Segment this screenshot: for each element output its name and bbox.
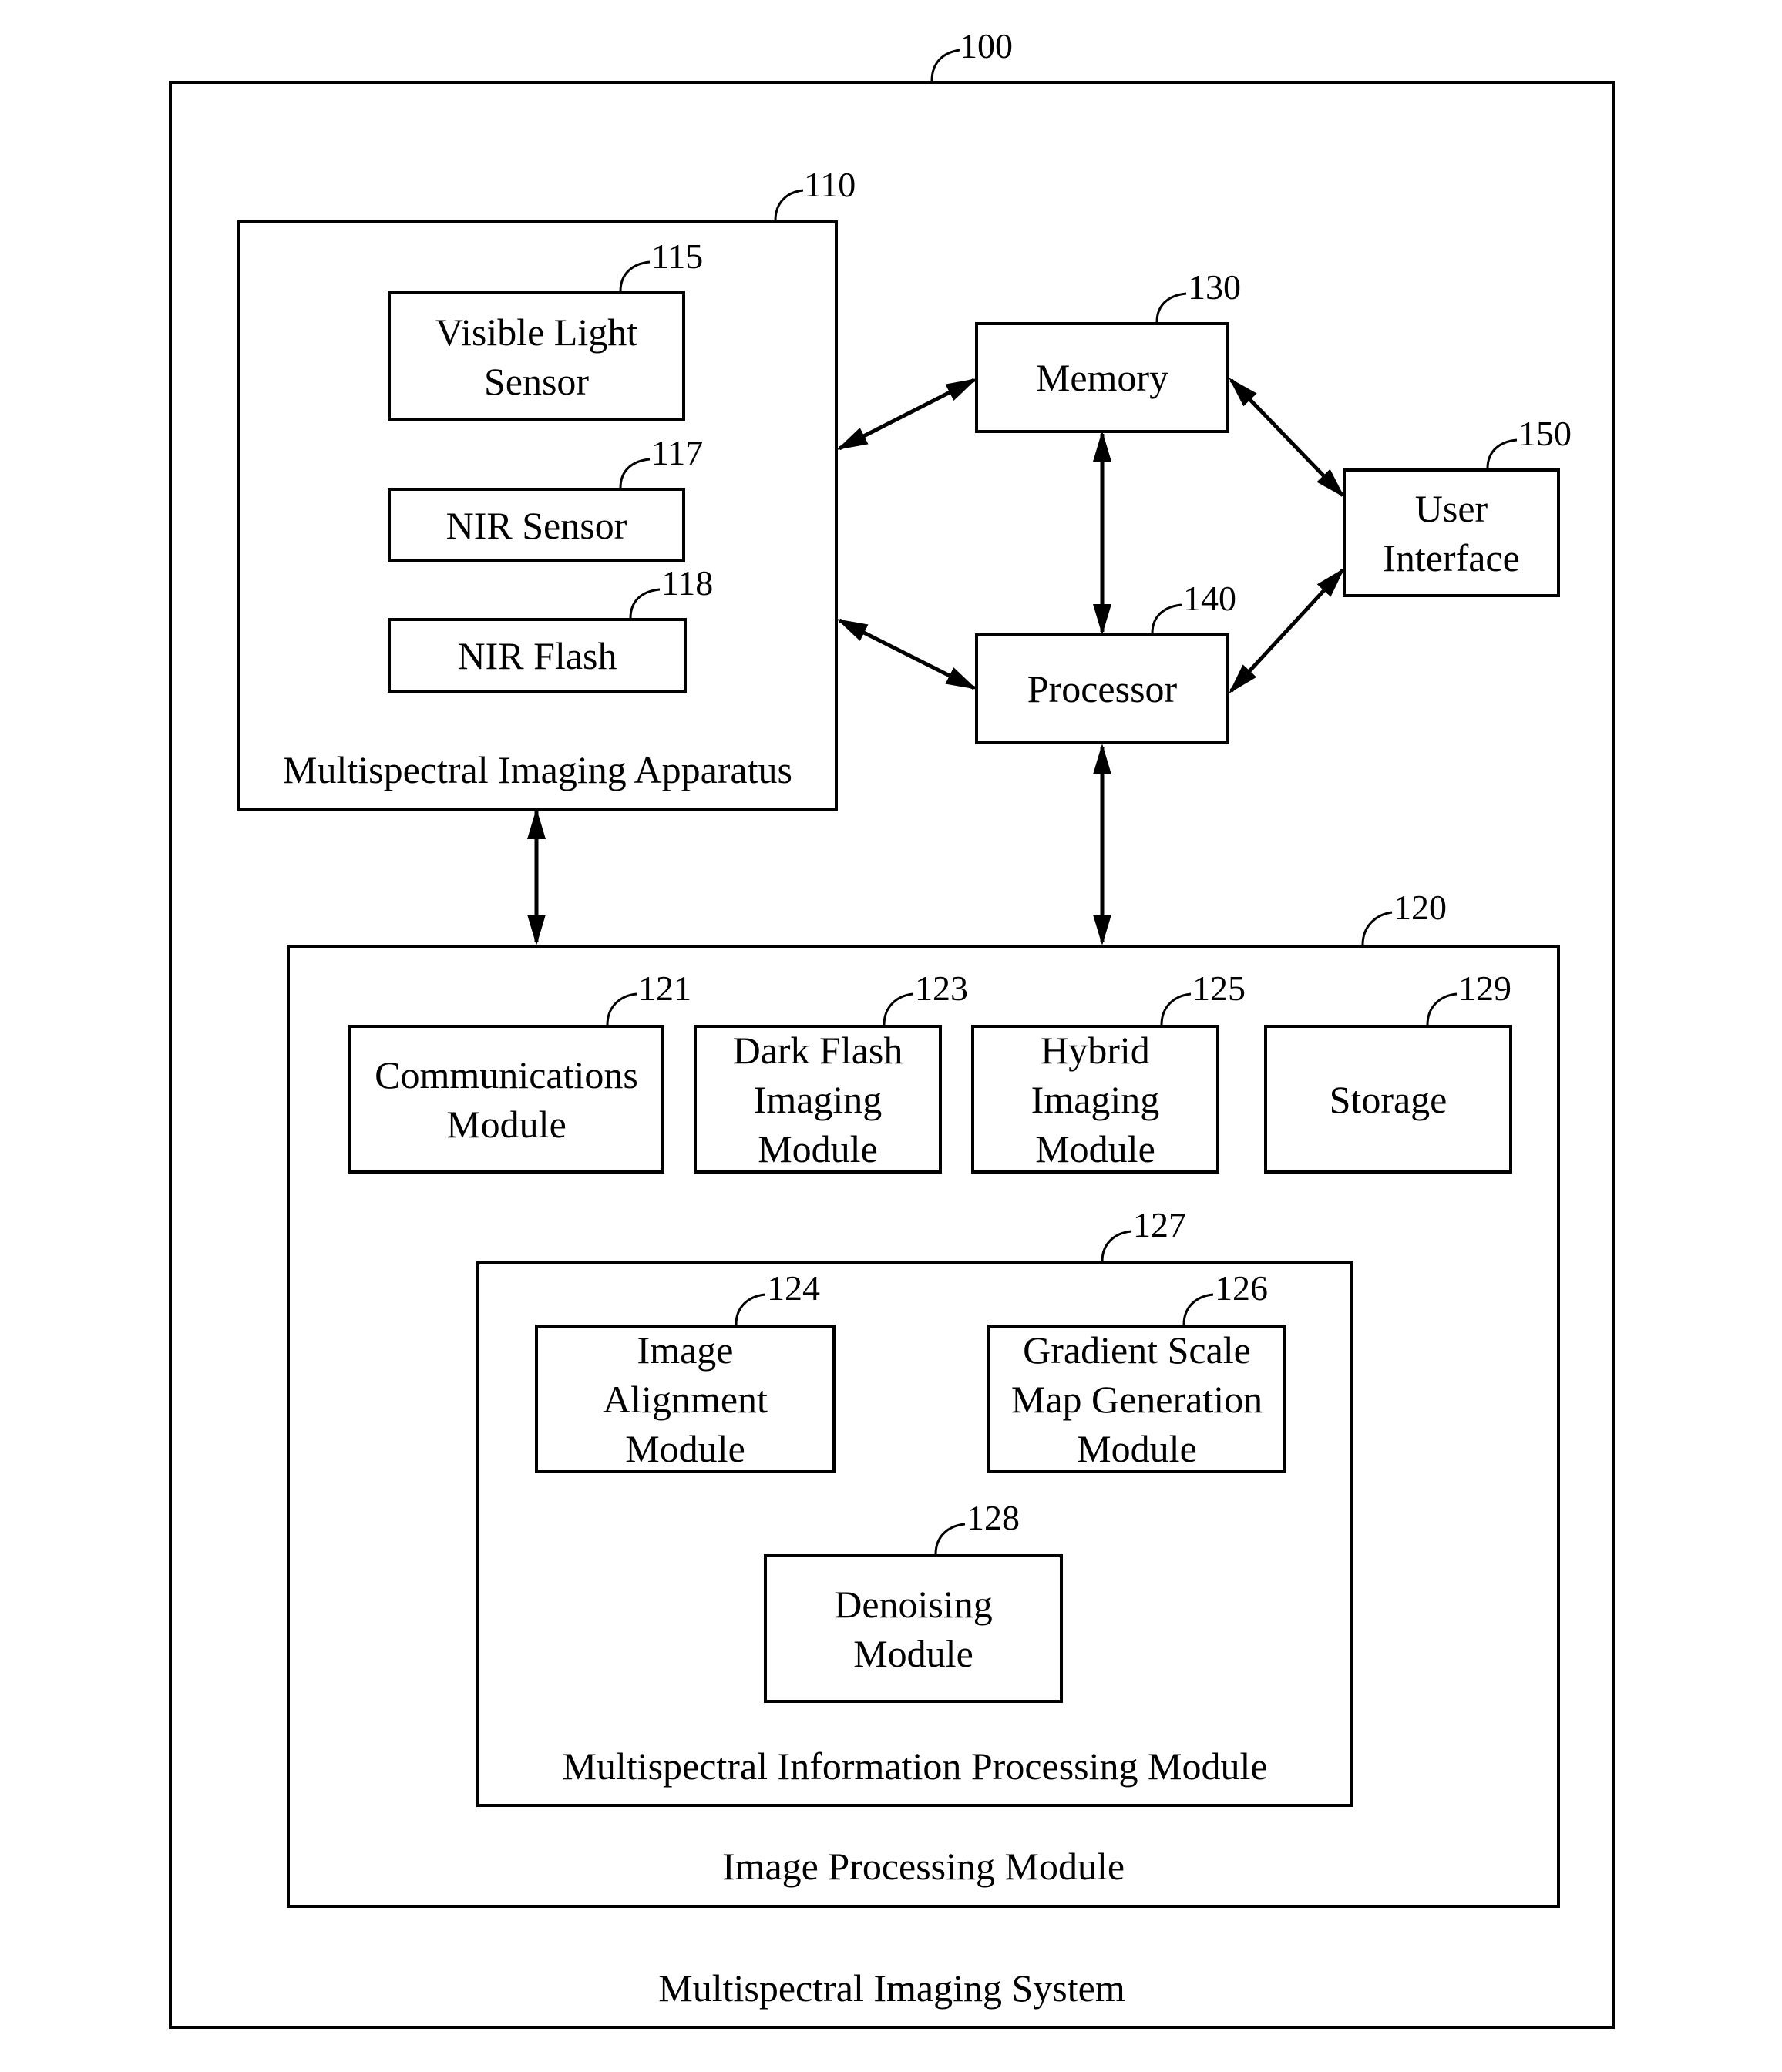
ref-124: 124	[767, 1268, 820, 1308]
nir-flash-label: NIR Flash	[457, 633, 617, 677]
storage-box: Storage	[1264, 1025, 1512, 1174]
ref-140: 140	[1183, 579, 1236, 618]
visible-light-sensor-label: Visible Light Sensor	[435, 310, 638, 403]
leader-100	[930, 49, 960, 82]
hybrid-imaging-module-label: Hybrid Imaging Module	[1031, 1028, 1160, 1170]
ref-150: 150	[1518, 414, 1572, 453]
ref-100: 100	[960, 26, 1013, 65]
memory-box: Memory	[975, 322, 1229, 433]
dark-flash-imaging-module-label: Dark Flash Imaging Module	[732, 1028, 903, 1170]
gradient-scale-map-generation-module-box: Gradient Scale Map Generation Module	[987, 1325, 1286, 1473]
nir-sensor-box: NIR Sensor	[388, 488, 685, 562]
dark-flash-imaging-module-box: Dark Flash Imaging Module	[694, 1025, 942, 1174]
nir-sensor-label: NIR Sensor	[446, 503, 627, 547]
communications-module-label: Communications Module	[375, 1053, 638, 1146]
ref-121: 121	[638, 969, 691, 1008]
communications-module-box: Communications Module	[348, 1025, 664, 1174]
hybrid-imaging-module-box: Hybrid Imaging Module	[971, 1025, 1219, 1174]
system-title: Multispectral Imaging System	[658, 1966, 1125, 2010]
ref-128: 128	[967, 1498, 1020, 1537]
block-diagram: 100 Multispectral Imaging System 110 Mul…	[0, 0, 1782, 2072]
image-alignment-module-box: Image Alignment Module	[535, 1325, 836, 1473]
ref-118: 118	[661, 563, 714, 603]
ref-110: 110	[804, 165, 856, 204]
apparatus-title: Multispectral Imaging Apparatus	[283, 748, 792, 791]
processor-box: Processor	[975, 633, 1229, 744]
denoising-module-box: Denoising Module	[764, 1554, 1063, 1703]
denoising-module-label: Denoising Module	[834, 1582, 993, 1675]
ref-130: 130	[1188, 267, 1241, 307]
ref-127: 127	[1133, 1205, 1186, 1244]
ref-115: 115	[651, 237, 704, 276]
ref-123: 123	[915, 969, 968, 1008]
ref-126: 126	[1215, 1268, 1268, 1308]
visible-light-sensor-box: Visible Light Sensor	[388, 291, 685, 421]
processor-label: Processor	[1027, 667, 1178, 710]
image-processing-title: Image Processing Module	[721, 1845, 1125, 1888]
ref-120: 120	[1394, 888, 1447, 927]
user-interface-label: User Interface	[1383, 486, 1520, 579]
ref-129: 129	[1458, 969, 1511, 1008]
user-interface-box: User Interface	[1343, 468, 1560, 597]
nir-flash-box: NIR Flash	[388, 618, 687, 693]
multispectral-information-title: Multispectral Information Processing Mod…	[562, 1745, 1268, 1788]
memory-label: Memory	[1035, 356, 1169, 399]
storage-label: Storage	[1329, 1077, 1447, 1121]
ref-125: 125	[1192, 969, 1246, 1008]
gradient-scale-map-generation-module-label: Gradient Scale Map Generation Module	[1010, 1328, 1263, 1470]
ref-117: 117	[651, 433, 704, 472]
image-alignment-module-label: Image Alignment Module	[603, 1328, 768, 1470]
